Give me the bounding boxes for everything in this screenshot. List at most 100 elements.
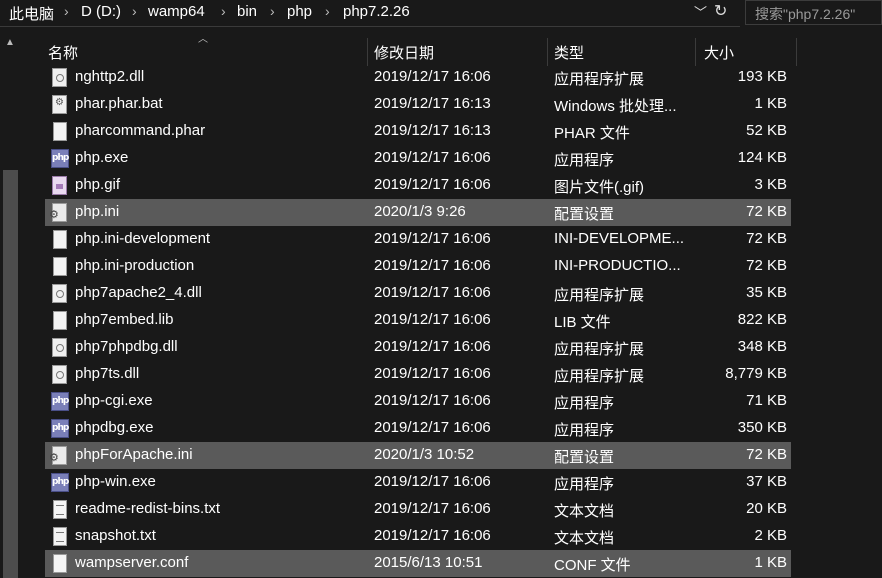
file-type: 应用程序扩展 <box>554 71 645 88</box>
breadcrumb-separator-icon[interactable]: › <box>270 3 275 19</box>
php-exe-icon: php <box>51 392 69 411</box>
file-type: 应用程序扩展 <box>554 341 645 358</box>
breadcrumb-item[interactable]: bin <box>237 3 257 20</box>
file-name: php-cgi.exe <box>75 392 153 409</box>
batch-file-icon <box>52 95 67 114</box>
column-header-label: 修改日期 <box>374 45 435 62</box>
file-row[interactable]: php phpdbg.exe 2019/12/17 16:06 应用程序 350 KB <box>45 415 791 442</box>
file-size: 350 KB <box>737 419 787 436</box>
breadcrumb-item[interactable]: 此电脑 <box>9 3 54 24</box>
file-name: snapshot.txt <box>75 527 156 544</box>
file-date: 2015/6/13 10:51 <box>374 554 483 571</box>
dll-file-icon <box>52 338 67 357</box>
file-row[interactable]: php php.exe 2019/12/17 16:06 应用程序 124 KB <box>45 145 791 172</box>
file-date: 2019/12/17 16:06 <box>374 473 491 490</box>
breadcrumb[interactable]: 此电脑 › D (D:) › wamp64 › bin › php › php7… <box>0 0 740 27</box>
file-date: 2019/12/17 16:06 <box>374 338 491 355</box>
file-date: 2020/1/3 9:26 <box>374 203 466 220</box>
file-row[interactable]: phpForApache.ini 2020/1/3 10:52 配置设置 72 KB <box>45 442 791 469</box>
file-row[interactable]: php php-win.exe 2019/12/17 16:06 应用程序 37 KB <box>45 469 791 496</box>
file-name: pharcommand.phar <box>75 122 206 139</box>
file-row[interactable]: php.gif 2019/12/17 16:06 图片文件(.gif) 3 KB <box>45 172 791 199</box>
file-date: 2019/12/17 16:06 <box>374 500 491 517</box>
file-name: php7embed.lib <box>75 311 174 328</box>
file-size: 193 KB <box>737 68 787 85</box>
file-type: 文本文档 <box>554 530 615 547</box>
chevron-down-icon[interactable]: ﹀ <box>694 2 710 22</box>
refresh-icon[interactable]: ↻ <box>714 1 734 23</box>
file-size: 35 KB <box>746 284 787 301</box>
file-date: 2019/12/17 16:06 <box>374 68 491 85</box>
file-date: 2020/1/3 10:52 <box>374 446 475 463</box>
generic-file-icon <box>53 257 67 276</box>
generic-file-icon <box>53 122 67 141</box>
file-type: LIB 文件 <box>554 314 611 331</box>
file-type: 应用程序 <box>554 422 615 439</box>
breadcrumb-separator-icon[interactable]: › <box>325 3 330 19</box>
file-size: 71 KB <box>746 392 787 409</box>
file-type: INI-PRODUCTIO... <box>554 257 681 274</box>
file-size: 348 KB <box>737 338 787 355</box>
file-row[interactable]: php.ini-development 2019/12/17 16:06 INI-D… <box>45 226 791 253</box>
file-row[interactable]: phar.phar.bat 2019/12/17 16:13 Windows 批处理… <box>45 91 791 118</box>
file-type: 文本文档 <box>554 503 615 520</box>
breadcrumb-item[interactable]: php <box>287 3 312 20</box>
breadcrumb-item[interactable]: php7.2.26 <box>343 3 410 20</box>
file-row[interactable]: php7ts.dll 2019/12/17 16:06 应用程序扩展 8,779 KB <box>45 361 791 388</box>
dll-file-icon <box>52 68 67 87</box>
file-type: INI-DEVELOPME... <box>554 230 685 247</box>
address-bar: 此电脑 › D (D:) › wamp64 › bin › php › php7… <box>0 0 882 27</box>
generic-file-icon <box>53 230 67 249</box>
breadcrumb-item[interactable]: D (D:) <box>81 3 121 20</box>
file-row[interactable]: php7phpdbg.dll 2019/12/17 16:06 应用程序扩展 348 … <box>45 334 791 361</box>
breadcrumb-separator-icon[interactable]: › <box>64 3 69 19</box>
config-file-icon <box>49 203 67 222</box>
file-type: Windows 批处理... <box>554 98 677 115</box>
file-row[interactable]: php.ini 2020/1/3 9:26 配置设置 72 KB <box>45 199 791 226</box>
php-exe-icon: php <box>51 149 69 168</box>
file-date: 2019/12/17 16:06 <box>374 392 491 409</box>
nav-pane-scrollbar[interactable]: ▲ <box>0 34 20 578</box>
file-type: 应用程序 <box>554 476 615 493</box>
file-size: 20 KB <box>746 500 787 517</box>
breadcrumb-item[interactable]: wamp64 <box>148 3 205 20</box>
file-row[interactable]: php7embed.lib 2019/12/17 16:06 LIB 文件 822 K… <box>45 307 791 334</box>
file-row[interactable]: php php-cgi.exe 2019/12/17 16:06 应用程序 71 KB <box>45 388 791 415</box>
file-row[interactable]: readme-redist-bins.txt 2019/12/17 16:06 文本… <box>45 496 791 523</box>
scrollbar-thumb[interactable] <box>3 170 18 578</box>
file-date: 2019/12/17 16:13 <box>374 122 491 139</box>
file-row[interactable]: php.ini-production 2019/12/17 16:06 INI-PR… <box>45 253 791 280</box>
file-date: 2019/12/17 16:06 <box>374 419 491 436</box>
dll-file-icon <box>52 365 67 384</box>
file-type: 配置设置 <box>554 206 615 223</box>
column-header-size[interactable]: 大小 <box>696 38 797 66</box>
file-size: 2 KB <box>754 527 787 544</box>
column-header-date[interactable]: 修改日期 <box>368 38 548 66</box>
file-date: 2019/12/17 16:06 <box>374 284 491 301</box>
file-size: 37 KB <box>746 473 787 490</box>
file-row[interactable]: pharcommand.phar 2019/12/17 16:13 PHAR 文件 5… <box>45 118 791 145</box>
scroll-up-icon[interactable]: ▲ <box>3 38 17 48</box>
generic-file-icon <box>53 311 67 330</box>
breadcrumb-separator-icon[interactable]: › <box>132 3 137 19</box>
search-input[interactable]: 搜索"php7.2.26" <box>745 0 882 25</box>
file-type: 图片文件(.gif) <box>554 179 645 196</box>
file-name: readme-redist-bins.txt <box>75 500 221 517</box>
php-exe-icon: php <box>51 473 69 492</box>
file-name: wampserver.conf <box>75 554 189 571</box>
file-size: 822 KB <box>737 311 787 328</box>
column-header-type[interactable]: 类型 <box>548 38 696 66</box>
file-row[interactable]: wampserver.conf 2015/6/13 10:51 CONF 文件 1 K… <box>45 550 791 577</box>
file-row[interactable]: snapshot.txt 2019/12/17 16:06 文本文档 2 KB <box>45 523 791 550</box>
file-name: php.ini <box>75 203 120 220</box>
file-row[interactable]: nghttp2.dll 2019/12/17 16:06 应用程序扩展 193 KB <box>45 64 791 91</box>
file-size: 52 KB <box>746 122 787 139</box>
file-type: CONF 文件 <box>554 557 631 574</box>
file-name: phar.phar.bat <box>75 95 163 112</box>
file-date: 2019/12/17 16:06 <box>374 176 491 193</box>
file-row[interactable]: php7apache2_4.dll 2019/12/17 16:06 应用程序扩展 3… <box>45 280 791 307</box>
text-file-icon <box>53 500 67 519</box>
file-name: php7ts.dll <box>75 365 140 382</box>
file-type: PHAR 文件 <box>554 125 630 142</box>
breadcrumb-separator-icon[interactable]: › <box>221 3 226 19</box>
